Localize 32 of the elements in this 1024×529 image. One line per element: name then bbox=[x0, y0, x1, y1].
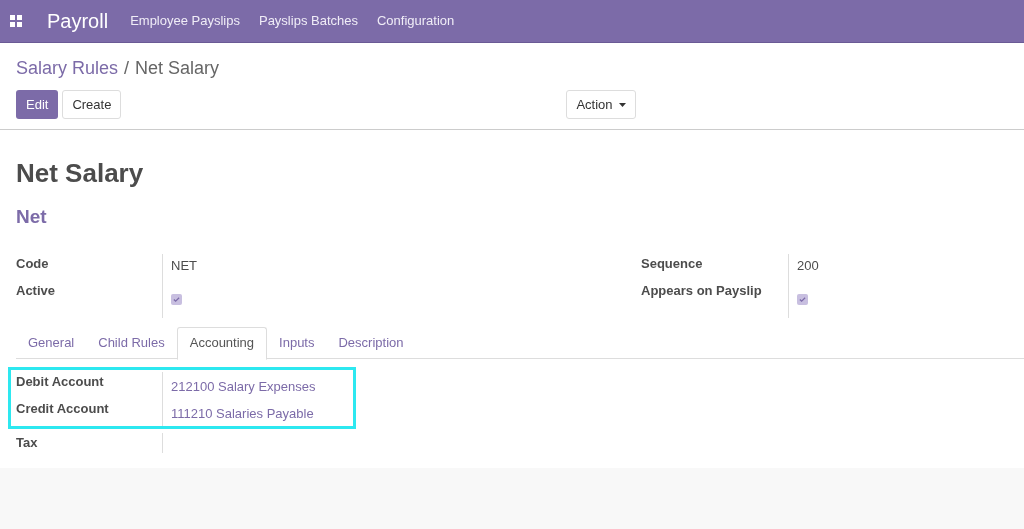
breadcrumb-current: Net Salary bbox=[135, 57, 220, 80]
breadcrumb-separator: / bbox=[124, 57, 130, 80]
record-title: Net Salary bbox=[15, 157, 145, 190]
field-value: NET bbox=[171, 256, 197, 275]
tab[interactable]: Child Rules bbox=[86, 326, 177, 359]
tab[interactable]: General bbox=[16, 326, 87, 359]
record-category: Net bbox=[15, 205, 48, 229]
action-dropdown[interactable]: Action bbox=[566, 90, 636, 119]
menu-item[interactable]: Employee Payslips bbox=[130, 11, 240, 31]
field-value: 200 bbox=[797, 256, 819, 275]
apps-menu-icon[interactable] bbox=[10, 15, 22, 27]
field-label: Tax bbox=[16, 433, 39, 452]
account-link[interactable]: 111210 Salaries Payable bbox=[171, 405, 314, 421]
breadcrumb-link[interactable]: Salary Rules bbox=[16, 55, 119, 82]
app-title[interactable]: Payroll bbox=[47, 6, 109, 36]
field-label: Debit Account bbox=[16, 372, 105, 391]
tab[interactable]: Inputs bbox=[267, 326, 327, 359]
field-label: Active bbox=[16, 281, 57, 300]
field-label: Sequence bbox=[641, 254, 704, 273]
account-link[interactable]: 212100 Salary Expenses bbox=[171, 378, 316, 394]
create-button[interactable]: Create bbox=[62, 90, 122, 119]
checkbox[interactable] bbox=[797, 293, 808, 305]
field-label: Credit Account bbox=[16, 399, 110, 418]
menu-item[interactable]: Payslips Batches bbox=[258, 11, 358, 31]
caret-icon bbox=[618, 102, 626, 107]
edit-button[interactable]: Edit bbox=[16, 90, 59, 119]
field-label: Appears on Payslip bbox=[641, 281, 763, 300]
checkbox[interactable] bbox=[171, 293, 182, 305]
field-label: Code bbox=[16, 254, 50, 273]
tab[interactable]: Accounting bbox=[176, 326, 268, 360]
tab[interactable]: Description bbox=[326, 326, 416, 359]
menu-item[interactable]: Configuration bbox=[376, 11, 455, 31]
